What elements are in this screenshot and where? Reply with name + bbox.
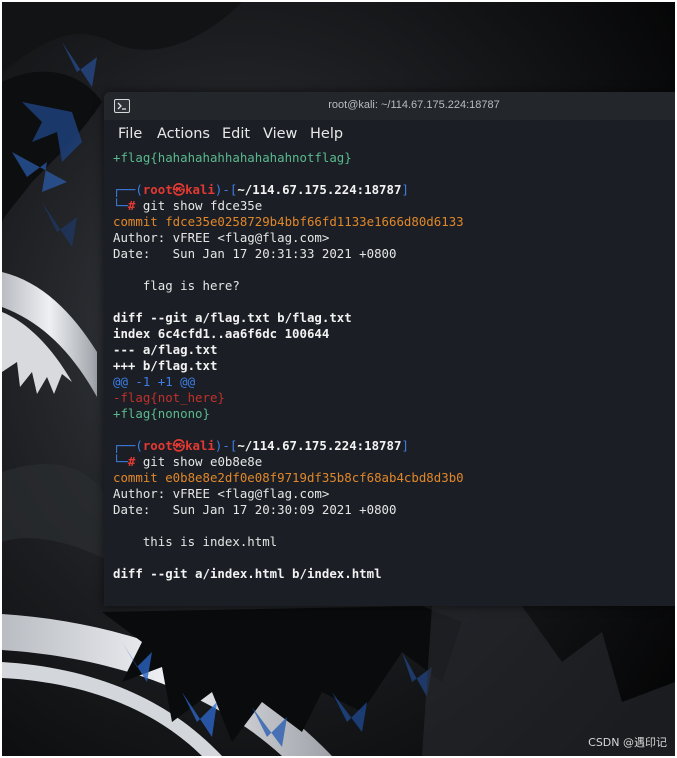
terminal-line: diff --git a/index.html b/index.html [113, 566, 673, 582]
terminal-window[interactable]: root@kali: ~/114.67.175.224:18787 File A… [104, 92, 675, 606]
terminal-line: Date: Sun Jan 17 20:31:33 2021 +0800 [113, 246, 673, 262]
terminal-text-segment: diff --git a/index.html b/index.html [113, 566, 382, 581]
window-title: root@kali: ~/114.67.175.224:18787 [328, 99, 500, 111]
terminal-line: @@ -1 +1 @@ [113, 374, 673, 390]
terminal-text-segment: +flag{nonono} [113, 406, 210, 421]
terminal-text-segment: ┌──( [113, 438, 143, 453]
terminal-line: -flag{not_here} [113, 390, 673, 406]
terminal-line: +flag{nonono} [113, 406, 673, 422]
terminal-line: Author: vFREE <flag@flag.com> [113, 486, 673, 502]
terminal-text-segment: Author: vFREE <flag@flag.com> [113, 486, 330, 501]
terminal-text-segment: root㉿kali [142, 438, 215, 453]
terminal-text-segment: +flag{hahahahahhahahahahnotflag} [113, 150, 352, 165]
terminal-text-segment: ┌──( [113, 182, 143, 197]
terminal-line: index 6c4cfd1..aa6f6dc 100644 [113, 326, 673, 342]
terminal-text-segment: root㉿kali [142, 182, 215, 197]
terminal-text-segment: ] [401, 182, 409, 197]
menu-view[interactable]: View [263, 126, 297, 142]
terminal-text-segment: Date: Sun Jan 17 20:30:09 2021 +0800 [113, 502, 397, 517]
window-titlebar[interactable]: root@kali: ~/114.67.175.224:18787 [104, 92, 675, 120]
terminal-line: Author: vFREE <flag@flag.com> [113, 230, 673, 246]
menu-file[interactable]: File [118, 126, 142, 142]
terminal-line: +++ b/flag.txt [113, 358, 673, 374]
menu-actions[interactable]: Actions [157, 126, 210, 142]
terminal-output[interactable]: +flag{hahahahahhahahahahnotflag} ┌──(root… [113, 150, 673, 582]
terminal-line: └─# git show e0b8e8e [113, 454, 673, 470]
terminal-text-segment: ~/114.67.175.224:18787 [237, 438, 402, 453]
terminal-text-segment: git show fdce35e [142, 198, 263, 213]
terminal-line: ┌──(root㉿kali)-[~/114.67.175.224:18787] [113, 438, 673, 454]
terminal-text-segment: commit fdce35e0258729b4bbf66fd1133e1666d… [113, 214, 464, 229]
terminal-text-segment: └─ [113, 454, 128, 469]
terminal-text-segment: @@ -1 +1 @@ [113, 374, 196, 389]
terminal-text-segment: ~/114.67.175.224:18787 [237, 182, 402, 197]
menu-help[interactable]: Help [310, 126, 343, 142]
terminal-line: +flag{hahahahahhahahahahnotflag} [113, 150, 673, 166]
terminal-text-segment: diff --git a/flag.txt b/flag.txt [113, 310, 352, 325]
terminal-text-segment: commit e0b8e8e2df0e08f9719df35b8cf68ab4c… [113, 470, 464, 485]
screenshot-frame: root@kali: ~/114.67.175.224:18787 File A… [2, 2, 675, 756]
terminal-text-segment: # [127, 198, 143, 213]
menu-bar: File Actions Edit View Help [104, 120, 675, 148]
terminal-text-segment: ] [401, 438, 409, 453]
terminal-text-segment: git show e0b8e8e [142, 454, 263, 469]
terminal-text-segment: # [127, 454, 143, 469]
terminal-line: └─# git show fdce35e [113, 198, 673, 214]
terminal-line: --- a/flag.txt [113, 342, 673, 358]
terminal-text-segment: └─ [113, 198, 128, 213]
terminal-text-segment: flag is here? [113, 278, 240, 293]
terminal-text-segment: +++ b/flag.txt [113, 358, 218, 373]
terminal-line: Date: Sun Jan 17 20:30:09 2021 +0800 [113, 502, 673, 518]
menu-edit[interactable]: Edit [222, 126, 250, 142]
terminal-text-segment: --- a/flag.txt [113, 342, 218, 357]
terminal-line: flag is here? [113, 278, 673, 294]
terminal-text-segment: )-[ [214, 438, 238, 453]
terminal-line: this is index.html [113, 534, 673, 550]
terminal-text-segment: )-[ [214, 182, 238, 197]
terminal-line: commit e0b8e8e2df0e08f9719df35b8cf68ab4c… [113, 470, 673, 486]
terminal-text-segment: this is index.html [113, 534, 278, 549]
terminal-text-segment: Date: Sun Jan 17 20:31:33 2021 +0800 [113, 246, 397, 261]
terminal-text-segment: -flag{not_here} [113, 390, 225, 405]
terminal-line: ┌──(root㉿kali)-[~/114.67.175.224:18787] [113, 182, 673, 198]
terminal-line: diff --git a/flag.txt b/flag.txt [113, 310, 673, 326]
terminal-line: commit fdce35e0258729b4bbf66fd1133e1666d… [113, 214, 673, 230]
terminal-text-segment: Author: vFREE <flag@flag.com> [113, 230, 330, 245]
terminal-text-segment: index 6c4cfd1..aa6f6dc 100644 [113, 326, 330, 341]
csdn-watermark: CSDN @遇印记 [588, 736, 667, 749]
